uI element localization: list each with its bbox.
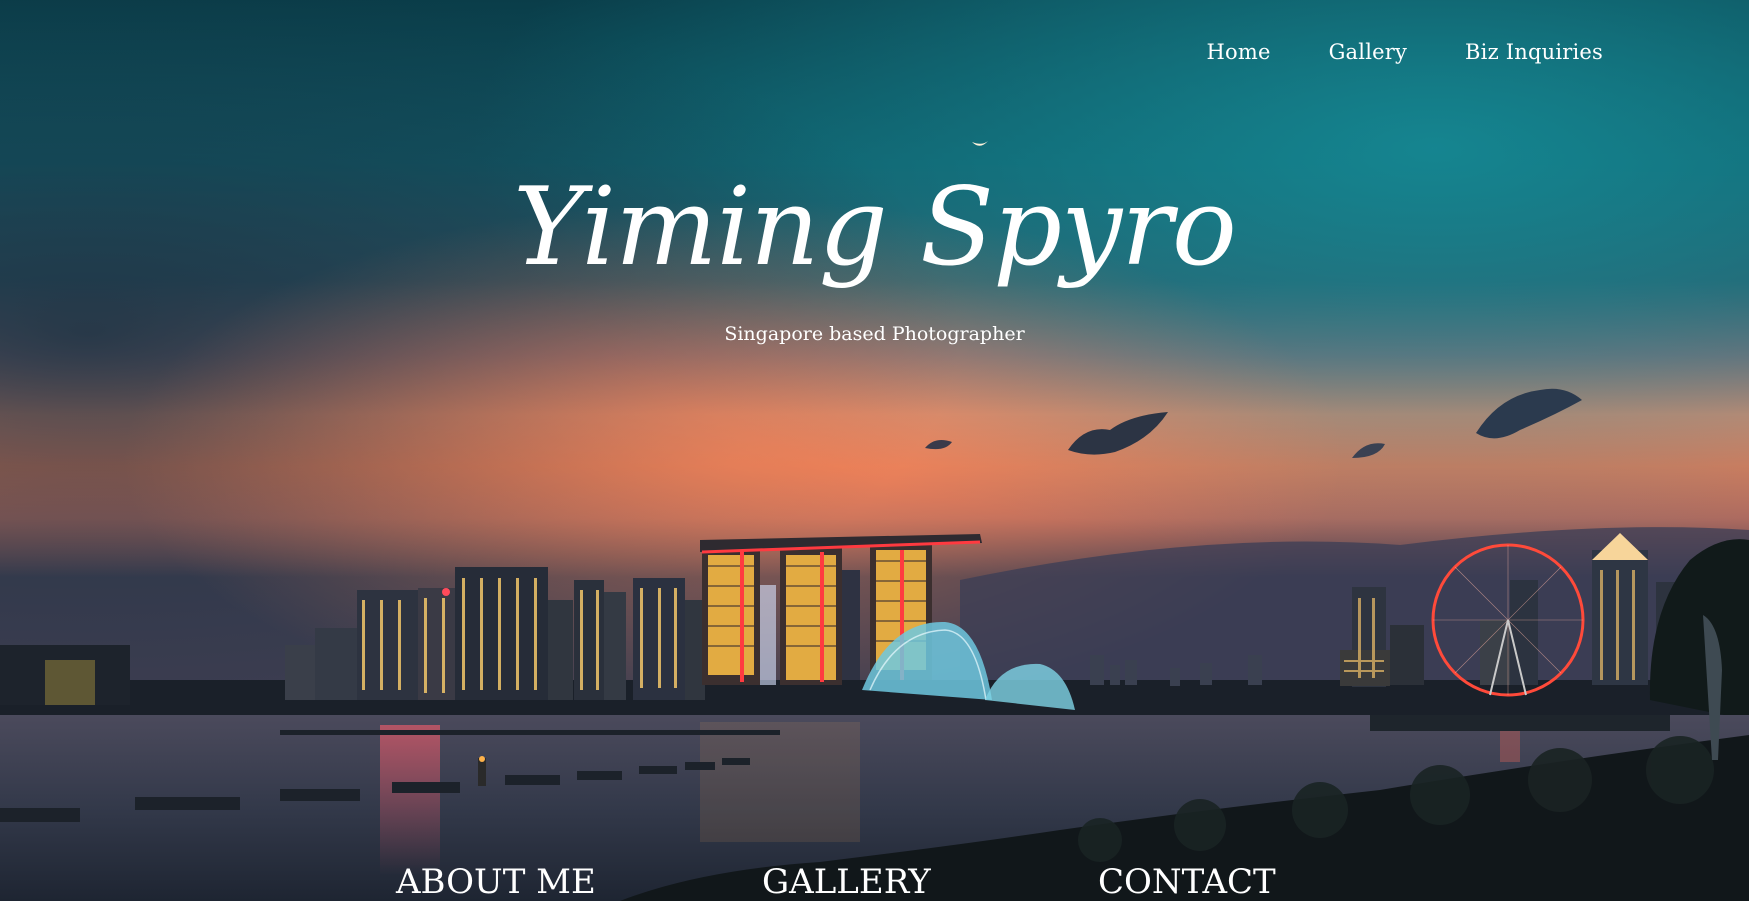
- hero-subtitle: Singapore based Photographer: [724, 323, 1025, 345]
- hero-title: Yiming Spyro: [513, 165, 1237, 290]
- gallery-section-link[interactable]: GALLERY: [762, 862, 931, 901]
- nav-biz-inquiries-link[interactable]: Biz Inquiries: [1465, 40, 1603, 64]
- section-links: ABOUT ME GALLERY CONTACT: [0, 862, 1749, 901]
- nav-home-link[interactable]: Home: [1206, 40, 1270, 64]
- about-me-link[interactable]: ABOUT ME: [396, 862, 596, 901]
- contact-link[interactable]: CONTACT: [1098, 862, 1276, 901]
- homepage: Home Gallery Biz Inquiries Yiming Spyro …: [0, 0, 1749, 901]
- top-nav: Home Gallery Biz Inquiries: [1206, 40, 1603, 64]
- nav-gallery-link[interactable]: Gallery: [1329, 40, 1407, 64]
- hero-background-photo: [0, 0, 1749, 901]
